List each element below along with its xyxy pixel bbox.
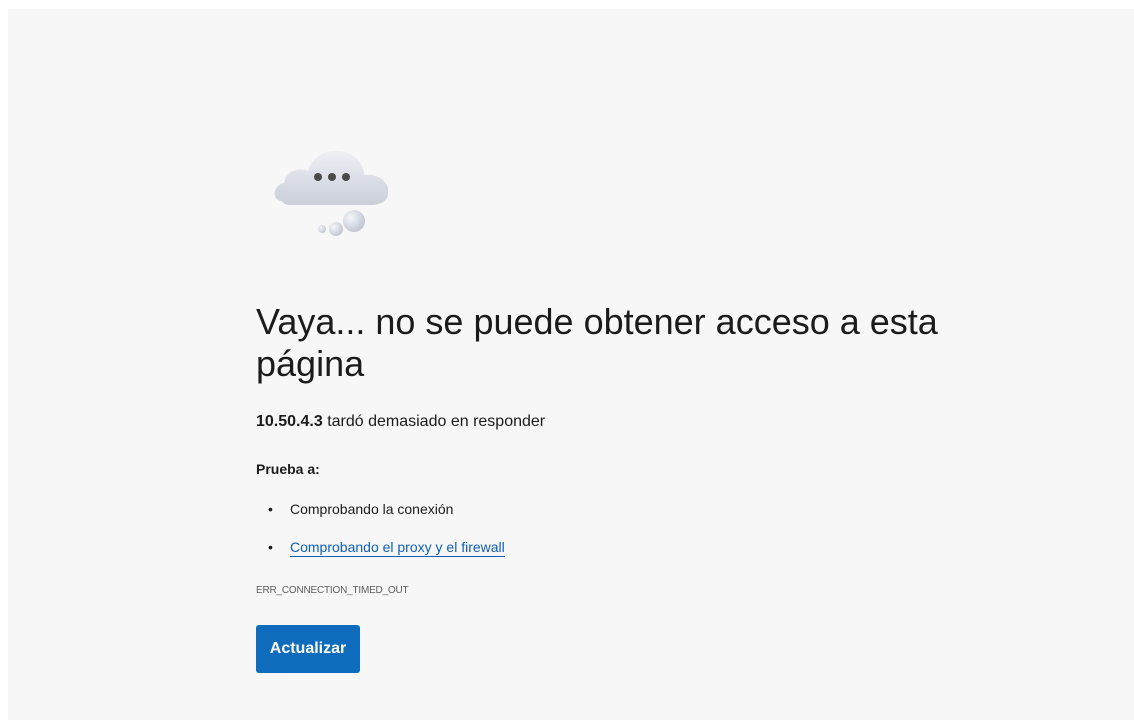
try-label: Prueba a: xyxy=(256,461,320,477)
error-page: Vaya... no se puede obtener acceso a est… xyxy=(8,9,1134,720)
refresh-button[interactable]: Actualizar xyxy=(256,625,360,673)
page-title: Vaya... no se puede obtener acceso a est… xyxy=(256,301,938,384)
suggestions-list: • Comprobando la conexión • Comprobando … xyxy=(256,499,505,575)
suggestion-label: Comprobando la conexión xyxy=(290,501,454,517)
bullet: • xyxy=(268,539,273,555)
suggestion-check-connection: • Comprobando la conexión xyxy=(256,499,505,537)
error-message: 10.50.4.3 tardó demasiado en responder xyxy=(256,413,545,431)
proxy-firewall-link[interactable]: Comprobando el proxy y el firewall xyxy=(290,539,505,557)
error-host: 10.50.4.3 xyxy=(256,413,323,430)
cloud-dots-icon xyxy=(274,150,389,236)
error-description: tardó demasiado en responder xyxy=(327,413,546,430)
bullet: • xyxy=(268,501,273,517)
suggestion-check-proxy-firewall: • Comprobando el proxy y el firewall xyxy=(256,537,505,575)
error-code: ERR_CONNECTION_TIMED_OUT xyxy=(256,585,409,596)
